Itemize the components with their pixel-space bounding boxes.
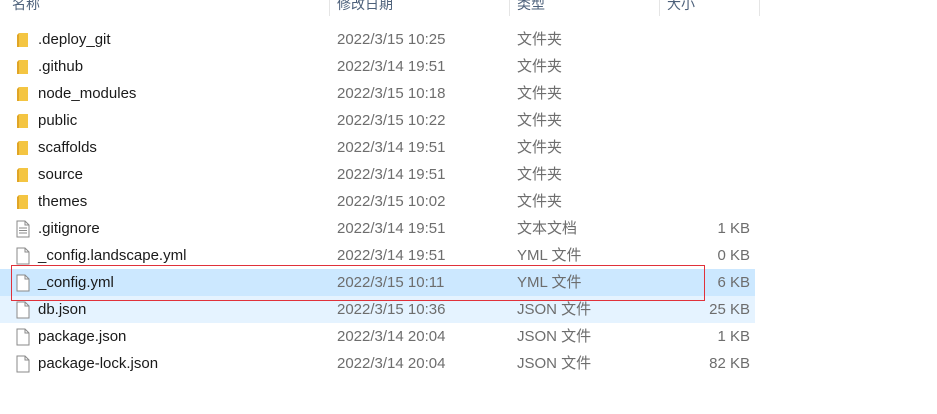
file-name: node_modules [38,85,137,102]
file-date: 2022/3/15 10:11 [337,274,445,291]
column-divider[interactable] [759,0,760,16]
file-date: 2022/3/14 20:04 [337,328,446,345]
file-row[interactable]: source 2022/3/14 19:51 文件夹 [0,161,755,188]
folder-icon [14,80,32,107]
file-name: themes [38,193,88,210]
column-type-header[interactable]: 类型 [509,0,545,16]
folder-icon [14,134,32,161]
folder-icon [14,26,32,53]
file-name: .deploy_git [38,31,111,48]
file-row[interactable]: .github 2022/3/14 19:51 文件夹 [0,53,755,80]
file-date: 2022/3/15 10:36 [337,301,446,318]
file-row[interactable]: _config.landscape.yml 2022/3/14 19:51 YML … [0,242,755,269]
file-date: 2022/3/15 10:02 [337,193,446,210]
file-date: 2022/3/15 10:22 [337,112,446,129]
file-date: 2022/3/15 10:18 [337,85,446,102]
file-date: 2022/3/14 19:51 [337,247,446,264]
file-type: JSON 文件 [517,301,592,318]
file-row[interactable]: _config.yml 2022/3/15 10:11 YML 文件 6 KB [0,269,755,296]
file-size: 0 KB [717,247,750,264]
file-size [660,53,750,80]
file-size: 1 KB [717,328,750,345]
file-row[interactable]: themes 2022/3/15 10:02 文件夹 [0,188,755,215]
file-icon [14,296,32,323]
file-date: 2022/3/14 19:51 [337,58,446,75]
file-name: db.json [38,301,87,318]
file-size [660,80,750,107]
file-icon [14,350,32,377]
file-row[interactable]: scaffolds 2022/3/14 19:51 文件夹 [0,134,755,161]
file-date: 2022/3/14 19:51 [337,166,446,183]
file-type: 文件夹 [517,166,563,183]
file-name: .github [38,58,84,75]
file-size [660,107,750,134]
text-document-icon [14,215,32,242]
file-name: scaffolds [38,139,97,156]
folder-icon [14,107,32,134]
file-type: 文件夹 [517,85,563,102]
file-name: package-lock.json [38,355,159,372]
file-size [660,161,750,188]
file-date: 2022/3/15 10:25 [337,31,446,48]
file-type: JSON 文件 [517,328,592,345]
file-type: JSON 文件 [517,355,592,372]
file-size [660,188,750,215]
folder-icon [14,188,32,215]
file-type: YML 文件 [517,247,582,264]
file-type: 文件夹 [517,31,563,48]
file-name: source [38,166,84,183]
file-icon [14,323,32,350]
file-type: 文件夹 [517,58,563,75]
file-name: package.json [38,328,127,345]
file-row[interactable]: package.json 2022/3/14 20:04 JSON 文件 1 KB [0,323,755,350]
file-row[interactable]: .gitignore 2022/3/14 19:51 文本文档 1 KB [0,215,755,242]
file-list: .deploy_git 2022/3/15 10:25 文件夹 .github 2022… [0,26,760,377]
file-name: _config.yml [38,274,114,291]
file-row[interactable]: public 2022/3/15 10:22 文件夹 [0,107,755,134]
file-row[interactable]: package-lock.json 2022/3/14 20:04 JSON 文件 8… [0,350,755,377]
file-size [660,134,750,161]
column-name-header[interactable]: 名称 [4,0,40,16]
file-type: 文件夹 [517,112,563,129]
file-size: 25 KB [709,301,750,318]
file-name: public [38,112,78,129]
file-type: 文本文档 [517,220,578,237]
file-size: 82 KB [709,355,750,372]
file-size [660,26,750,53]
file-size: 6 KB [717,274,750,291]
file-icon [14,242,32,269]
file-size: 1 KB [717,220,750,237]
file-name: .gitignore [38,220,100,237]
file-row[interactable]: node_modules 2022/3/15 10:18 文件夹 [0,80,755,107]
column-date-header[interactable]: 修改日期 [329,0,393,16]
folder-icon [14,53,32,80]
file-type: 文件夹 [517,193,563,210]
column-size-header[interactable]: 大小 [659,0,695,16]
column-header: 名称 修改日期 类型 大小 [0,0,760,16]
file-name: _config.landscape.yml [38,247,187,264]
file-row[interactable]: .deploy_git 2022/3/15 10:25 文件夹 [0,26,755,53]
file-icon [14,269,32,296]
file-row[interactable]: db.json 2022/3/15 10:36 JSON 文件 25 KB [0,296,755,323]
file-date: 2022/3/14 19:51 [337,139,446,156]
file-date: 2022/3/14 19:51 [337,220,446,237]
file-type: YML 文件 [517,274,582,291]
file-type: 文件夹 [517,139,563,156]
folder-icon [14,161,32,188]
file-date: 2022/3/14 20:04 [337,355,446,372]
